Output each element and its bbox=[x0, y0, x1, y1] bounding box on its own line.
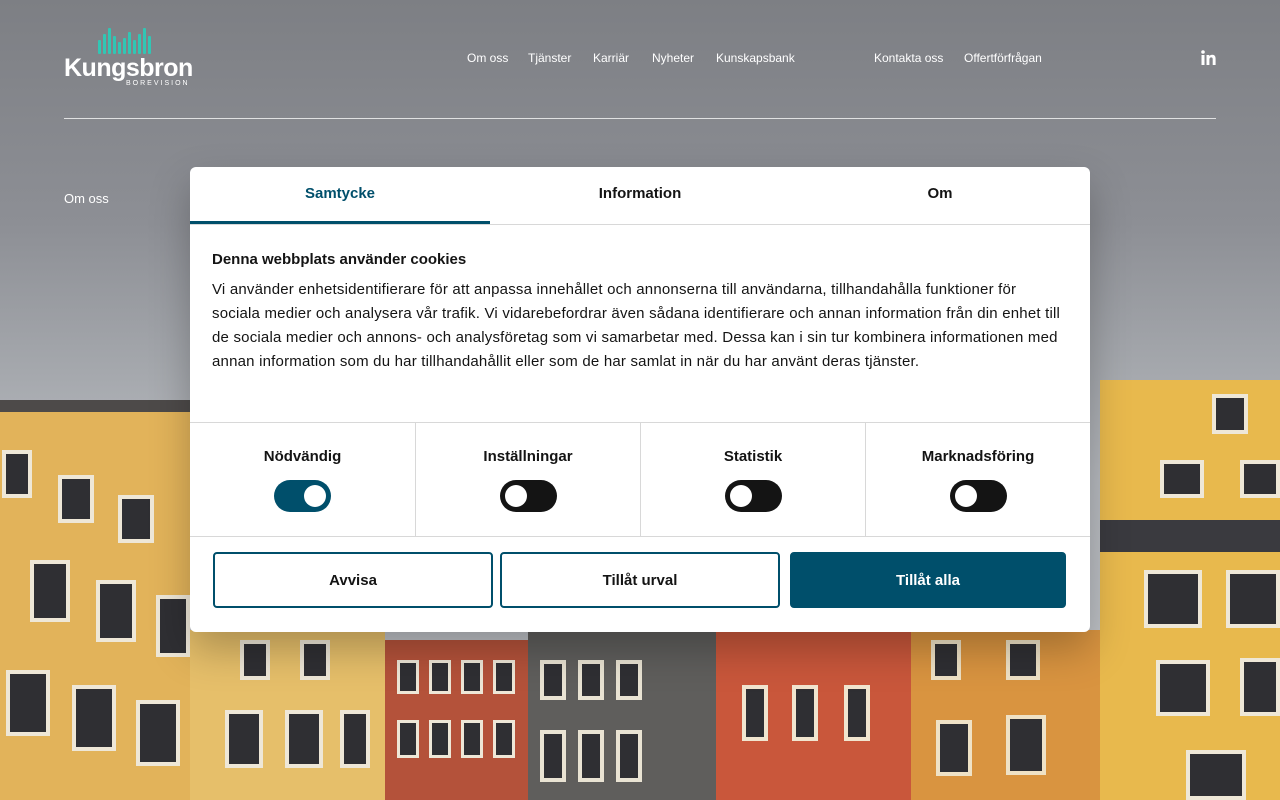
toggle-installningar[interactable] bbox=[500, 480, 557, 512]
logo-wordmark: Kungsbron bbox=[64, 54, 193, 82]
site-header: Kungsbron BOREVISION Om oss Tjänster Kar… bbox=[64, 0, 1216, 119]
logo-bars-icon bbox=[98, 28, 154, 54]
nav-link-nyheter[interactable]: Nyheter bbox=[652, 51, 694, 65]
reject-button[interactable]: Avvisa bbox=[213, 552, 493, 608]
building-orange bbox=[716, 630, 911, 800]
nav-link-kunskapsbank[interactable]: Kunskapsbank bbox=[716, 51, 795, 65]
tab-information[interactable]: Information bbox=[490, 167, 790, 224]
nav-link-kontakta-oss[interactable]: Kontakta oss bbox=[874, 51, 943, 65]
linkedin-icon[interactable] bbox=[1201, 50, 1216, 65]
nav-link-tjanster[interactable]: Tjänster bbox=[528, 51, 571, 65]
category-nodvandig: Nödvändig bbox=[190, 423, 415, 536]
category-label: Nödvändig bbox=[263, 448, 342, 465]
category-marknadsforing: Marknadsföring bbox=[865, 423, 1090, 536]
toggle-marknadsforing[interactable] bbox=[950, 480, 1007, 512]
toggle-nodvandig[interactable] bbox=[274, 480, 331, 512]
building-red bbox=[385, 640, 530, 800]
dialog-title: Denna webbplats använder cookies bbox=[212, 251, 467, 268]
tab-samtycke[interactable]: Samtycke bbox=[190, 167, 490, 224]
dialog-body-text: Vi använder enhetsidentifierare för att … bbox=[212, 281, 1061, 370]
cookie-consent-dialog: Samtycke Information Om Denna webbplats … bbox=[190, 167, 1090, 632]
allow-selection-button[interactable]: Tillåt urval bbox=[500, 552, 780, 608]
allow-all-button[interactable]: Tillåt alla bbox=[790, 552, 1066, 608]
category-label: Inställningar bbox=[483, 448, 573, 465]
logo-subtext: BOREVISION bbox=[126, 80, 190, 87]
dialog-tabs: Samtycke Information Om bbox=[190, 167, 1090, 225]
dialog-content: Denna webbplats använder cookies Vi anvä… bbox=[212, 251, 1068, 374]
toggle-statistik[interactable] bbox=[725, 480, 782, 512]
tab-om[interactable]: Om bbox=[790, 167, 1090, 224]
site-logo[interactable]: Kungsbron BOREVISION bbox=[64, 28, 194, 90]
building-yellow-2 bbox=[190, 630, 385, 800]
building-grey bbox=[528, 630, 716, 800]
category-installningar: Inställningar bbox=[415, 423, 640, 536]
building-right bbox=[1100, 380, 1280, 800]
category-statistik: Statistik bbox=[640, 423, 865, 536]
nav-link-karriar[interactable]: Karriär bbox=[593, 51, 629, 65]
breadcrumb[interactable]: Om oss bbox=[64, 191, 109, 206]
building-amber bbox=[911, 630, 1101, 800]
consent-categories: Nödvändig Inställningar Statistik Markna… bbox=[190, 422, 1090, 537]
nav-link-om-oss[interactable]: Om oss bbox=[467, 51, 508, 65]
nav-link-offertforfragan[interactable]: Offertförfrågan bbox=[964, 51, 1042, 65]
category-label: Marknadsföring bbox=[921, 448, 1035, 465]
building-left bbox=[0, 400, 190, 800]
category-label: Statistik bbox=[723, 448, 783, 465]
